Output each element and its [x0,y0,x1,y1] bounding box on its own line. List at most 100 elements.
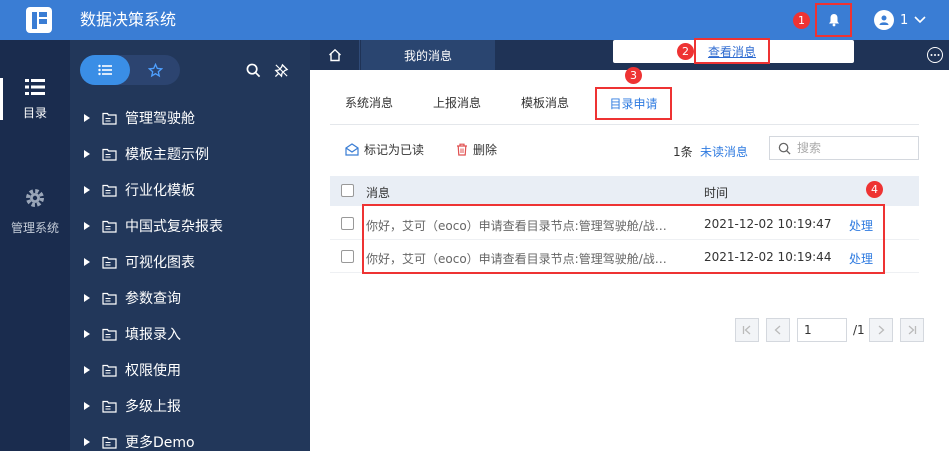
column-header-time: 时间 [704,186,729,200]
view-messages-label: 查看消息 [707,44,756,59]
search-box [769,136,919,160]
caret-right-icon [84,366,90,374]
tree-item[interactable]: 中国式复杂报表 [84,216,223,236]
caret-right-icon [84,114,90,122]
trash-icon [457,143,467,156]
tab-system-messages[interactable]: 系统消息 [345,94,393,111]
tree-item[interactable]: 填报录入 [84,324,181,344]
caret-right-icon [84,258,90,266]
mark-read-label: 标记为已读 [364,143,425,157]
delete-label: 删除 [473,143,498,157]
caret-right-icon [84,186,90,194]
tree-item[interactable]: 参数查询 [84,288,181,308]
notification-popup: 查看消息 [613,38,854,64]
unpin-button[interactable] [272,61,290,79]
row-checkbox[interactable] [341,217,354,230]
search-tree-button[interactable] [244,61,262,79]
caret-right-icon [84,294,90,302]
user-name: 1 [900,12,909,28]
home-icon [328,48,341,62]
app-title: 数据决策系统 [80,10,177,29]
bell-icon [828,14,839,27]
step-badge-2: 2 [677,43,694,60]
user-menu[interactable]: 1 [874,10,927,30]
nav-item-management[interactable]: 管理系统 [0,185,70,245]
unread-filter-link[interactable]: 未读消息 [700,143,748,160]
nav-item-directory[interactable]: 目录 [0,72,70,130]
step-badge-1: 1 [793,12,810,29]
tree-item[interactable]: 多级上报 [84,396,181,416]
folder-icon [102,184,117,197]
first-page-icon [742,325,751,335]
select-all-checkbox[interactable] [341,184,354,197]
delete-button[interactable]: 删除 [456,141,497,158]
more-icon [930,54,940,56]
view-toggle [80,55,180,85]
home-tab[interactable] [310,40,360,70]
gear-icon [26,189,44,207]
tree-item[interactable]: 更多Demo [84,432,195,451]
highlight-box-rows [362,204,885,274]
search-icon [778,142,791,155]
tree-item-label: 可视化图表 [125,255,195,271]
caret-right-icon [84,438,90,446]
tree-item-label: 权限使用 [125,363,181,379]
mark-read-button[interactable]: 标记为已读 [345,141,424,158]
more-tabs-button[interactable] [927,47,943,63]
directory-tree-panel: 管理驾驶舱 模板主题示例 行业化模板 中国式复杂报表 可视化图表 参数查询 填报… [70,40,310,451]
notification-bell-button[interactable] [815,3,852,37]
message-count: 1条 [673,145,693,159]
tab-directory-requests-label: 目录申请 [609,97,658,111]
tree-item-label: 更多Demo [125,435,195,451]
caret-right-icon [84,330,90,338]
folder-icon [102,328,117,341]
star-icon [147,62,163,77]
folder-icon [102,148,117,161]
row-checkbox[interactable] [341,250,354,263]
list-view-button[interactable] [80,55,130,85]
app-logo [26,7,52,33]
tab-template-messages[interactable]: 模板消息 [521,94,569,111]
tab-report-messages[interactable]: 上报消息 [433,94,481,111]
user-avatar-icon [874,10,894,30]
folder-icon [102,112,117,125]
page-number-input[interactable]: 1 [797,318,847,342]
nav-item-label: 目录 [22,106,47,120]
tree-item-label: 行业化模板 [125,183,195,199]
page-total: /1 [853,323,865,337]
folder-icon [102,256,117,269]
folder-icon [102,436,117,449]
chevron-down-icon [914,16,926,24]
envelope-open-icon [345,143,359,156]
tab-my-messages[interactable]: 我的消息 [361,40,495,70]
favorites-button[interactable] [130,55,180,85]
tree-item[interactable]: 权限使用 [84,360,181,380]
tree-item[interactable]: 行业化模板 [84,180,195,200]
view-messages-link[interactable]: 查看消息 [694,38,770,64]
table-header: 消息 时间 [330,176,919,206]
list-icon [98,64,112,76]
tree-item[interactable]: 模板主题示例 [84,144,209,164]
caret-right-icon [84,150,90,158]
chevron-right-icon [878,325,885,335]
search-input[interactable] [797,141,907,155]
tree-item-label: 中国式复杂报表 [125,219,223,235]
folder-icon [102,400,117,413]
nav-item-label: 管理系统 [10,221,59,235]
tree-item-label: 管理驾驶舱 [125,111,195,127]
list-icon [25,79,45,95]
folder-icon [102,220,117,233]
tab-divider [330,124,919,125]
left-nav: 目录 管理系统 [0,40,70,451]
tab-directory-requests[interactable]: 目录申请 [595,87,672,120]
last-page-button[interactable] [900,318,924,342]
prev-page-button[interactable] [766,318,790,342]
column-header-message: 消息 [366,186,391,200]
tree-item[interactable]: 可视化图表 [84,252,195,272]
tree-item-label: 参数查询 [125,291,181,307]
first-page-button[interactable] [735,318,759,342]
next-page-button[interactable] [869,318,893,342]
tree-item-label: 多级上报 [125,399,181,415]
tree-item[interactable]: 管理驾驶舱 [84,108,195,128]
folder-icon [102,364,117,377]
